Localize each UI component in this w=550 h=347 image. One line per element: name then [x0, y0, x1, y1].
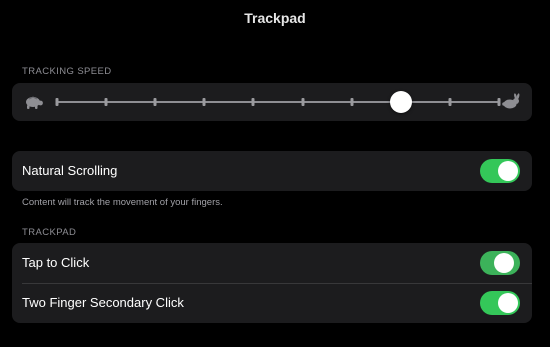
toggle-knob: [498, 293, 518, 313]
tracking-speed-thumb[interactable]: [389, 91, 412, 113]
two-finger-secondary-click-toggle[interactable]: [480, 291, 520, 315]
trackpad-group: Tap to Click Two Finger Secondary Click: [12, 243, 532, 323]
two-finger-secondary-click-row[interactable]: Two Finger Secondary Click: [12, 283, 532, 323]
tracking-speed-tick: [55, 98, 59, 106]
toggle-knob: [494, 253, 514, 273]
tracking-speed-slider-group: [12, 83, 532, 121]
natural-scrolling-toggle[interactable]: [480, 159, 520, 183]
turtle-icon: [26, 96, 43, 109]
tracking-speed-tick: [202, 98, 206, 106]
tracking-speed-tick: [153, 98, 157, 106]
tracking-speed-tick: [251, 98, 255, 106]
tap-to-click-label: Tap to Click: [22, 255, 90, 270]
natural-scrolling-group: Natural Scrolling: [12, 151, 532, 191]
two-finger-secondary-click-label: Two Finger Secondary Click: [22, 295, 184, 310]
page-title: Trackpad: [244, 10, 306, 26]
tracking-speed-header: TRACKING SPEED: [22, 66, 112, 77]
rabbit-icon: [502, 93, 520, 109]
tracking-speed-tick: [448, 98, 452, 106]
tracking-speed-track[interactable]: [57, 101, 499, 103]
tracking-speed-tick: [104, 98, 108, 106]
natural-scrolling-label: Natural Scrolling: [22, 163, 118, 178]
tap-to-click-toggle[interactable]: [480, 251, 520, 275]
toggle-knob: [498, 161, 518, 181]
tracking-speed-tick: [350, 98, 354, 106]
tap-to-click-row[interactable]: Tap to Click: [12, 243, 532, 284]
natural-scrolling-row[interactable]: Natural Scrolling: [12, 151, 532, 191]
natural-scrolling-footer: Content will track the movement of your …: [22, 197, 223, 208]
trackpad-header: TRACKPAD: [22, 227, 77, 238]
tracking-speed-tick: [301, 98, 305, 106]
